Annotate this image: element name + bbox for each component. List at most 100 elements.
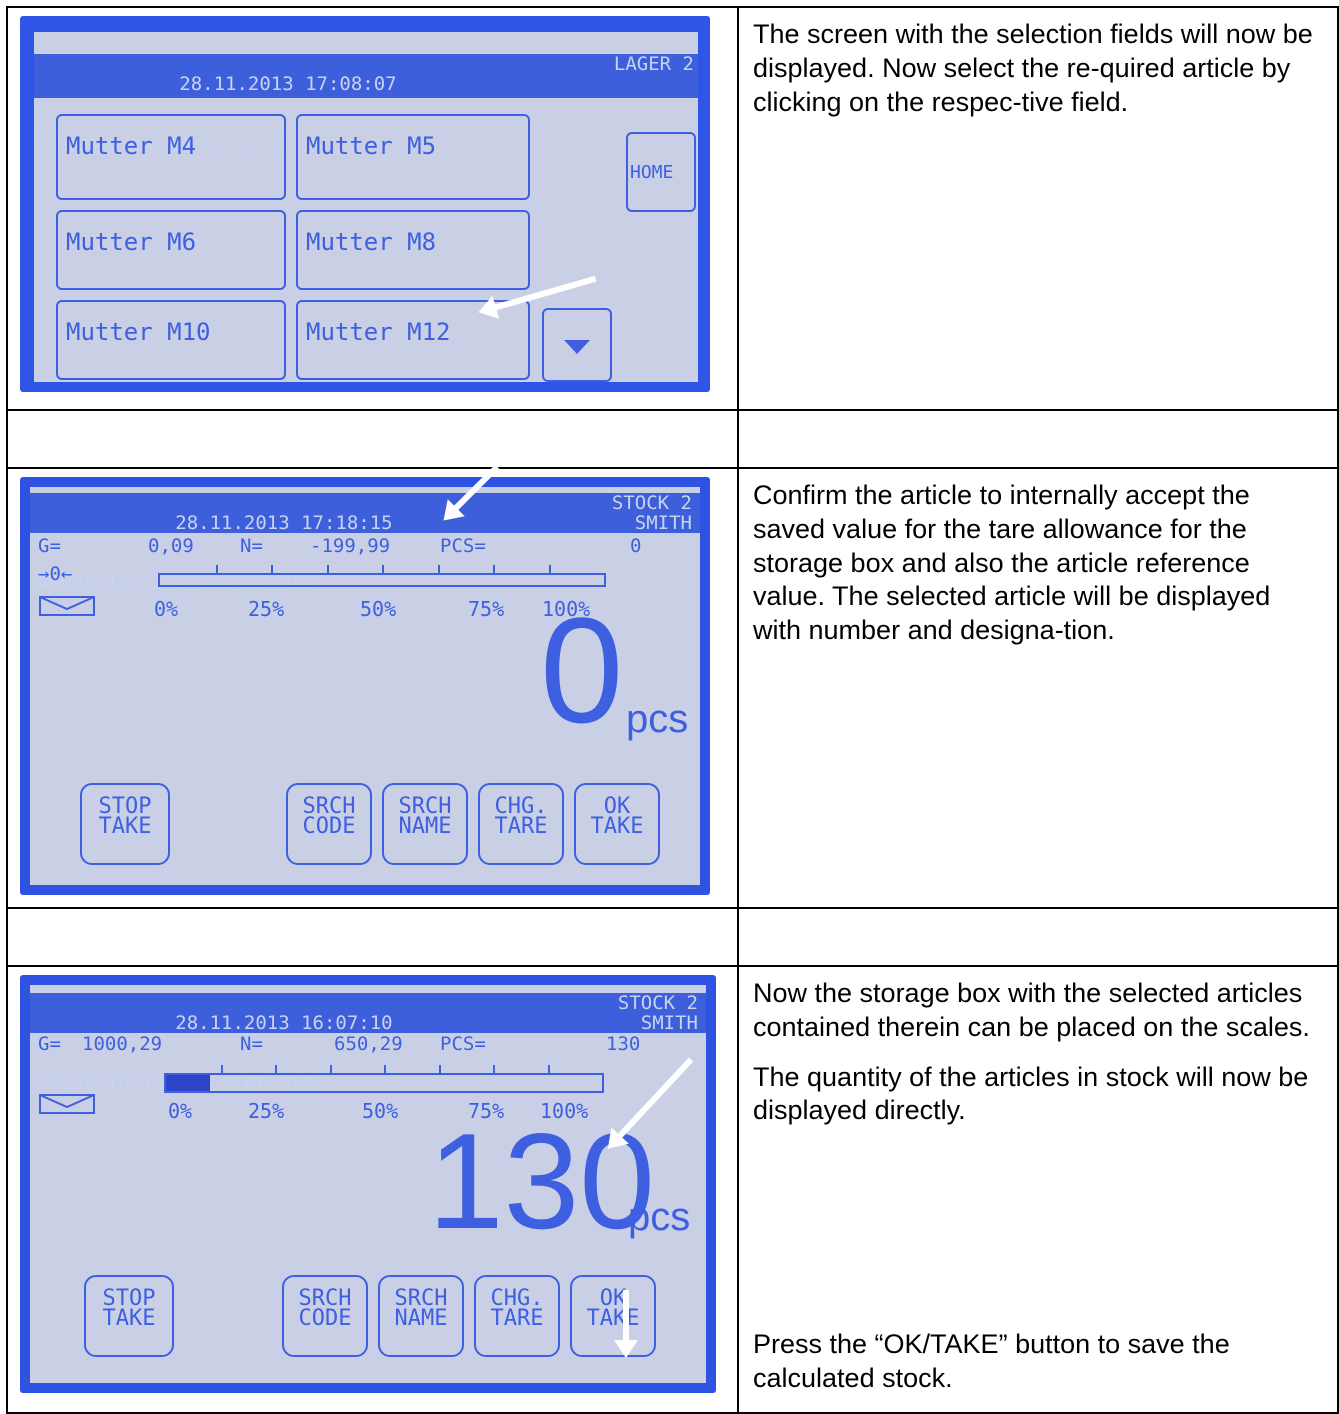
piece-unit: pcs — [628, 1195, 691, 1239]
bar-tick — [438, 1065, 441, 1073]
screen-cell: 28.11.2013 17:18:15 STOCK 2 400589100127… — [6, 464, 739, 909]
change-tare-button[interactable]: CHG. TARE — [474, 1275, 560, 1357]
instruction-paragraph: Now the storage box with the selected ar… — [753, 978, 1310, 1042]
zero-indicator: →0← — [38, 563, 73, 585]
bar-tick — [215, 565, 218, 573]
lcd-datetime: 28.11.2013 17:18:15 — [175, 512, 393, 534]
spacer-row — [6, 907, 1339, 967]
button-label: NAME — [398, 814, 452, 839]
pcs-value: 130 — [606, 1033, 641, 1055]
bar-tick — [326, 565, 329, 573]
net-value: 650,29 — [334, 1033, 403, 1055]
bar-tick — [547, 1065, 550, 1073]
lcd-screen-article-select: 28.11.2013 17:08:07 LAGER 2 Please selec… — [20, 16, 710, 392]
chevron-down-icon — [564, 340, 590, 354]
article-button-m8[interactable]: Mutter M8 — [296, 210, 530, 290]
step-row-select-article: 28.11.2013 17:08:07 LAGER 2 Please selec… — [6, 6, 1339, 411]
lcd-location: LAGER 2 — [613, 53, 694, 75]
gross-label: G= — [38, 535, 61, 557]
lcd-user: SMITH — [640, 1012, 698, 1034]
instruction-paragraph: Press the “OK/TAKE” button to save the c… — [753, 1329, 1230, 1393]
button-label: TAKE — [98, 814, 152, 839]
button-label: TAKE — [590, 814, 644, 839]
lcd-header: 28.11.2013 17:08:07 LAGER 2 Please selec… — [34, 53, 698, 154]
percent-label: 25% — [248, 597, 285, 621]
percent-label: 75% — [468, 597, 505, 621]
bar-tick — [548, 565, 551, 573]
lcd-screen-confirm: 28.11.2013 17:18:15 STOCK 2 400589100127… — [20, 464, 710, 895]
change-tare-button[interactable]: CHG. TARE — [478, 783, 564, 865]
instruction-table: 28.11.2013 17:08:07 LAGER 2 Please selec… — [6, 6, 1339, 1414]
net-label: N= — [240, 535, 263, 557]
button-label: NAME — [394, 1306, 448, 1331]
search-name-button[interactable]: SRCH NAME — [378, 1275, 464, 1357]
bar-tick — [271, 565, 273, 573]
fill-level-bar-fill — [166, 1075, 210, 1091]
bar-tick — [329, 1065, 332, 1073]
fill-level-bar — [158, 565, 606, 587]
search-code-button[interactable]: SRCH CODE — [282, 1275, 368, 1357]
fill-level-bar — [164, 1065, 604, 1093]
pcs-value: 0 — [630, 535, 642, 557]
lcd-screen-stock: 28.11.2013 16:07:10 STOCK 2 400589100127… — [20, 975, 716, 1393]
percent-label: 50% — [362, 1099, 399, 1123]
button-label: TARE — [490, 1306, 544, 1331]
button-label: TAKE — [586, 1306, 640, 1331]
tare-box-icon — [39, 596, 95, 616]
bar-tick — [382, 565, 384, 573]
bar-tick — [437, 565, 440, 573]
gross-value: 0,09 — [148, 535, 194, 557]
instruction-text-cell: The screen with the selection fields wil… — [737, 6, 1339, 411]
ok-take-button[interactable]: OK TAKE — [570, 1275, 656, 1357]
net-value: -199,99 — [310, 535, 391, 557]
button-label: CODE — [298, 1306, 352, 1331]
screen-cell: 28.11.2013 17:08:07 LAGER 2 Please selec… — [6, 6, 739, 411]
pointer-arrow — [623, 1290, 629, 1346]
bar-tick — [493, 565, 495, 573]
percent-label: 25% — [248, 1099, 285, 1123]
scroll-down-button[interactable] — [542, 308, 612, 382]
piece-unit: pcs — [626, 697, 689, 741]
article-button-m4[interactable]: Mutter M4 — [56, 114, 286, 200]
bar-tick — [275, 1065, 277, 1073]
button-label: TARE — [494, 814, 548, 839]
gross-label: G= — [38, 1033, 61, 1055]
net-label: N= — [240, 1033, 263, 1055]
lcd-location: STOCK 2 — [611, 492, 692, 514]
article-button-m5[interactable]: Mutter M5 — [296, 114, 530, 200]
button-label: TAKE — [102, 1306, 156, 1331]
stop-take-button[interactable]: STOP TAKE — [80, 783, 170, 865]
bar-tick — [493, 1065, 495, 1073]
stop-take-button[interactable]: STOP TAKE — [84, 1275, 174, 1357]
percent-label: 0% — [168, 1099, 193, 1123]
button-label: CODE — [302, 814, 356, 839]
pcs-label: PCS= — [440, 1033, 486, 1055]
percent-label: 0% — [154, 597, 179, 621]
home-button[interactable]: HOME — [626, 132, 696, 212]
ok-take-button[interactable]: OK TAKE — [574, 783, 660, 865]
instruction-paragraph: The screen with the selection fields wil… — [753, 19, 1313, 117]
screen-cell: 28.11.2013 16:07:10 STOCK 2 400589100127… — [6, 965, 739, 1414]
lcd-header: 28.11.2013 17:18:15 STOCK 2 400589100127… — [30, 492, 700, 593]
lcd-location: STOCK 2 — [617, 992, 698, 1014]
percent-label: 50% — [360, 597, 397, 621]
piece-count: 0 — [540, 586, 624, 754]
bar-tick — [220, 1065, 223, 1073]
step-row-confirm-article: 28.11.2013 17:18:15 STOCK 2 400589100127… — [6, 464, 1339, 909]
lcd-datetime: 28.11.2013 16:07:10 — [175, 1012, 393, 1034]
bar-tick — [384, 1065, 386, 1073]
tare-box-icon — [39, 1094, 95, 1114]
lcd-user: SMITH — [634, 512, 692, 534]
instruction-text-cell: Confirm the article to internally accept… — [737, 467, 1339, 909]
lcd-datetime: 28.11.2013 17:08:07 — [179, 73, 397, 95]
instruction-paragraph: The quantity of the articles in stock wi… — [753, 1061, 1309, 1126]
search-code-button[interactable]: SRCH CODE — [286, 783, 372, 865]
lcd-header: 28.11.2013 16:07:10 STOCK 2 400589100127… — [30, 992, 706, 1093]
pcs-label: PCS= — [440, 535, 486, 557]
search-name-button[interactable]: SRCH NAME — [382, 783, 468, 865]
article-button-m6[interactable]: Mutter M6 — [56, 210, 286, 290]
step-row-place-box: 28.11.2013 16:07:10 STOCK 2 400589100127… — [6, 965, 1339, 1414]
spacer-row — [6, 409, 1339, 469]
gross-value: 1000,29 — [82, 1033, 163, 1055]
article-button-m10[interactable]: Mutter M10 — [56, 300, 286, 380]
